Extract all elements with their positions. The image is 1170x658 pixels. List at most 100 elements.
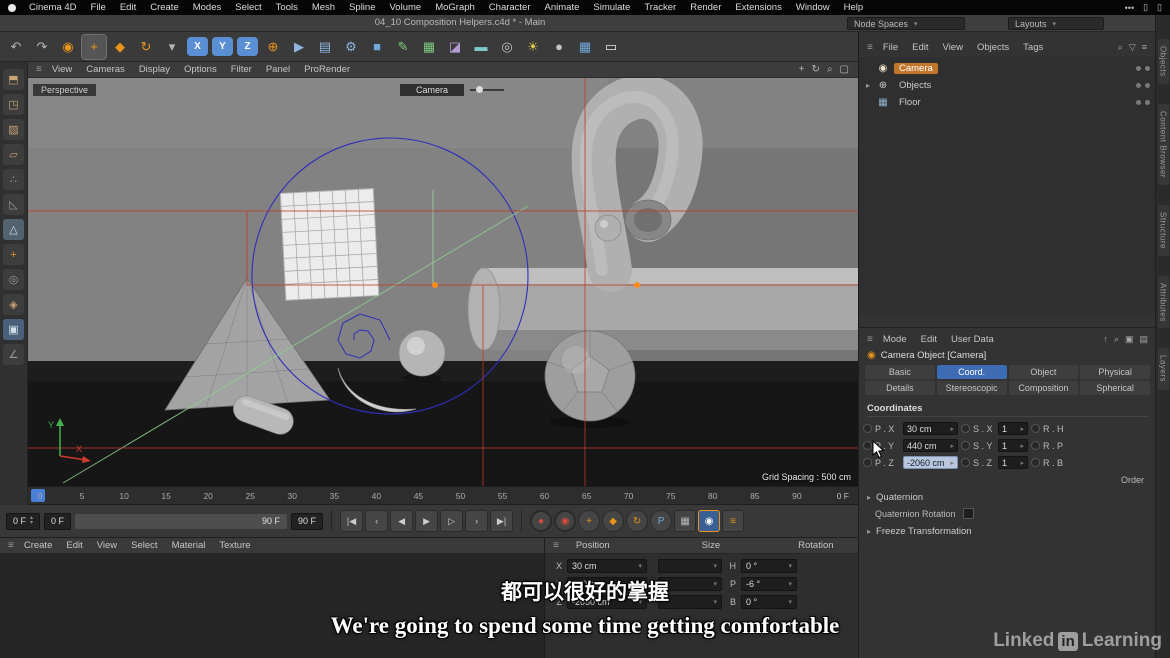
redo-button[interactable]: ↷	[30, 35, 54, 59]
pan-view-button[interactable]: +	[799, 64, 805, 75]
object-row[interactable]: ▦ Floor	[859, 94, 1155, 111]
menubar-item[interactable]: MoGraph	[428, 2, 482, 13]
rotation-order-label[interactable]: Order	[859, 472, 1156, 485]
timeline-ruler[interactable]: 051015202530354045505560657075808590 0 F	[28, 487, 858, 505]
material-menu-item[interactable]: Texture	[212, 540, 257, 551]
viewport-menu-icon[interactable]: ≡	[33, 64, 45, 75]
attribute-menu-item[interactable]: Mode	[876, 334, 914, 345]
spline-handle-dot[interactable]	[432, 282, 438, 288]
attr-up-icon[interactable]: ↑	[1103, 334, 1108, 345]
attr-panel-icon[interactable]: ▤	[1139, 334, 1148, 345]
goto-end-button[interactable]: ▶|	[490, 510, 513, 532]
scale-field-input[interactable]: 1▸	[998, 422, 1028, 435]
om-search-icon[interactable]: ⌕	[1118, 42, 1123, 53]
snap-toggle-button[interactable]: ◈	[3, 294, 24, 315]
move-tool[interactable]: +	[82, 35, 106, 59]
render-view-button[interactable]: ▶	[287, 35, 311, 59]
model-mode-button[interactable]: ◳	[3, 94, 24, 115]
viewport-menu-item[interactable]: View	[45, 64, 79, 75]
range-end-input[interactable]: 90 F	[291, 513, 323, 530]
play-button[interactable]: ▶	[415, 510, 438, 532]
orbit-view-button[interactable]: ↻	[812, 64, 820, 75]
object-name[interactable]: Camera	[894, 63, 938, 74]
coordinates-menu-icon[interactable]: ≡	[550, 540, 562, 551]
position-field-input[interactable]: 30 cm▸	[903, 422, 958, 435]
axis-mode-button[interactable]: +	[3, 244, 24, 265]
rotation-value-input[interactable]: 0 °▾	[741, 559, 797, 573]
om-filter-icon[interactable]: ▽	[1129, 42, 1136, 53]
keyframe-dot[interactable]	[961, 458, 970, 467]
menubar-item[interactable]: Modes	[186, 2, 229, 13]
visibility-dots[interactable]	[1132, 83, 1150, 88]
live-selection-tool[interactable]: ◉	[56, 35, 80, 59]
menubar-item[interactable]: Help	[837, 2, 871, 13]
dock-tab[interactable]: Content Browser	[1158, 104, 1169, 185]
knob-sphere-object[interactable]	[595, 215, 621, 241]
menubar-item[interactable]: Tracker	[637, 2, 683, 13]
object-manager-menu-item[interactable]: File	[876, 42, 905, 53]
position-value-input[interactable]: 30 cm▾	[567, 559, 647, 573]
material-menu-item[interactable]: View	[90, 540, 124, 551]
viewport-menu-item[interactable]: Options	[177, 64, 224, 75]
object-manager-menu-item[interactable]: Objects	[970, 42, 1016, 53]
record-parameter-toggle[interactable]: P	[650, 510, 672, 532]
keyframe-dot[interactable]	[863, 458, 872, 467]
menubar-item[interactable]: Animate	[538, 2, 587, 13]
floor-button[interactable]: ▬	[469, 35, 493, 59]
menubar-item[interactable]: File	[84, 2, 113, 13]
material-menu-icon[interactable]: ≡	[5, 540, 17, 551]
attribute-tab[interactable]: Coord.	[937, 365, 1007, 379]
attribute-menu-item[interactable]: Edit	[914, 334, 944, 345]
perspective-viewport[interactable]: Perspective Camera Grid Spacing : 500 cm…	[28, 78, 858, 487]
freeze-transformation-section-header[interactable]: ▸ Freeze Transformation	[867, 526, 1148, 537]
keyframe-dot[interactable]	[1031, 424, 1040, 433]
material-menu-item[interactable]: Material	[165, 540, 213, 551]
next-key-button[interactable]: ›	[465, 510, 488, 532]
object-manager-menu-item[interactable]: Tags	[1016, 42, 1050, 53]
viewport-menu-item[interactable]: ProRender	[297, 64, 357, 75]
attribute-menu-icon[interactable]: ≡	[864, 334, 876, 345]
scale-field-input[interactable]: 1▸	[998, 439, 1028, 452]
keyframe-dot[interactable]	[1031, 441, 1040, 450]
menubar-item[interactable]: Simulate	[586, 2, 637, 13]
attribute-tab[interactable]: Object	[1009, 365, 1079, 379]
om-options-icon[interactable]: ≡	[1142, 42, 1147, 53]
texture-mode-button[interactable]: ▨	[3, 119, 24, 140]
attr-lock-icon[interactable]: ▣	[1125, 334, 1134, 345]
dock-tab[interactable]: Structure	[1158, 205, 1169, 256]
record-button[interactable]: ●	[530, 510, 552, 532]
maximize-view-button[interactable]: ▢	[840, 64, 849, 75]
record-position-toggle[interactable]: +	[578, 510, 600, 532]
timeline-window-button[interactable]: ≡	[722, 510, 744, 532]
dock-tab[interactable]: Attributes	[1158, 276, 1169, 329]
rotate-tool[interactable]: ↻	[134, 35, 158, 59]
primitive-cube-button[interactable]: ■	[365, 35, 389, 59]
range-start-input[interactable]: 0 F	[44, 513, 71, 530]
camera-button[interactable]: ◎	[495, 35, 519, 59]
object-name[interactable]: Objects	[894, 80, 936, 91]
object-row[interactable]: ◉ Camera	[859, 60, 1155, 77]
viewport-menu-item[interactable]: Cameras	[79, 64, 132, 75]
quaternion-section-header[interactable]: ▸ Quaternion	[867, 492, 1148, 503]
position-field-input[interactable]: -2060 cm▸	[903, 456, 958, 469]
material-menu-item[interactable]: Edit	[59, 540, 89, 551]
axis-y-toggle[interactable]: Y	[212, 37, 233, 56]
visibility-dots[interactable]	[1132, 66, 1150, 71]
coordinates-section-header[interactable]: Coordinates	[867, 403, 1148, 417]
keyframe-dot[interactable]	[961, 424, 970, 433]
spline-pen-button[interactable]: ✎	[391, 35, 415, 59]
polygons-mode-button[interactable]: △	[3, 219, 24, 240]
dock-tab[interactable]: Objects	[1158, 39, 1169, 84]
camera-blend-slider[interactable]	[470, 89, 504, 91]
node-spaces-dropdown[interactable]: Node Spaces ▾	[847, 17, 965, 30]
object-manager-menu-item[interactable]: Edit	[905, 42, 935, 53]
axis-z-toggle[interactable]: Z	[237, 37, 258, 56]
zoom-view-button[interactable]: ⌕	[827, 64, 833, 75]
viewport-menu-item[interactable]: Display	[132, 64, 177, 75]
attribute-tab[interactable]: Stereoscopic	[937, 381, 1007, 395]
prev-frame-button[interactable]: ◀	[390, 510, 413, 532]
deformer-button[interactable]: ◪	[443, 35, 467, 59]
keyframe-dot[interactable]	[863, 424, 872, 433]
perspective-view-label[interactable]: Perspective	[33, 84, 96, 96]
render-picture-viewer-button[interactable]: ▤	[313, 35, 337, 59]
